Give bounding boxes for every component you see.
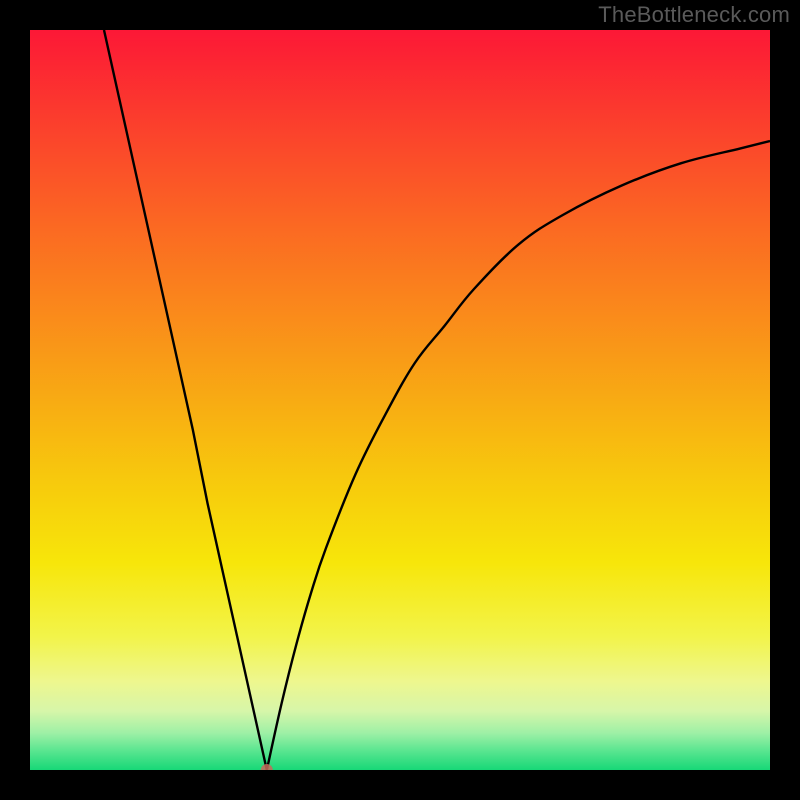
chart-frame: TheBottleneck.com	[0, 0, 800, 800]
plot-area	[30, 30, 770, 770]
minimum-marker	[261, 764, 273, 770]
watermark-text: TheBottleneck.com	[598, 2, 790, 28]
curve-line	[104, 30, 770, 770]
bottleneck-curve	[30, 30, 770, 770]
